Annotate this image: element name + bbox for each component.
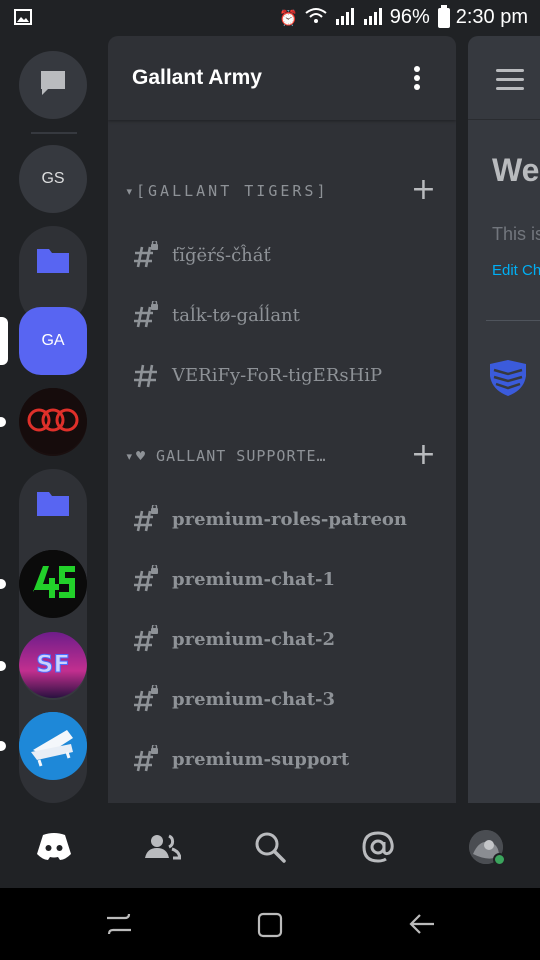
category-label: ♥ GALLANT SUPPORTE… bbox=[136, 447, 327, 465]
guild-rail: GS GA SF bbox=[0, 36, 108, 803]
locked-channel-icon bbox=[132, 623, 160, 653]
4s-logo bbox=[19, 550, 87, 618]
chevron-down-icon: ▾ bbox=[126, 449, 132, 463]
app-container: GS GA SF Gallant Army ▾ [GALLANT TIGERS]… bbox=[0, 36, 540, 803]
channel-item[interactable]: VERiFy-FoR-tigERsHiP bbox=[132, 353, 442, 397]
locked-channel-icon bbox=[132, 503, 160, 533]
channel-name: premium-chat-3 bbox=[172, 688, 336, 710]
chevron-down-icon: ▾ bbox=[126, 184, 132, 198]
bottom-navigation bbox=[0, 803, 540, 888]
chat-panel-peek[interactable]: We This is Edit Ch bbox=[468, 36, 540, 803]
signal-icon bbox=[362, 7, 384, 29]
channel-item[interactable]: ťĭğëŕś-čĥáť bbox=[132, 233, 442, 277]
server-icon-ga[interactable]: GA bbox=[19, 307, 87, 375]
recent-apps-icon[interactable] bbox=[105, 912, 133, 940]
status-bar: ⏰ 96% 2:30 pm bbox=[0, 0, 540, 36]
channel-item[interactable]: premium-support bbox=[132, 737, 442, 781]
welcome-text: This is bbox=[492, 224, 540, 244]
scc-logo bbox=[19, 388, 87, 456]
locked-channel-icon bbox=[132, 683, 160, 713]
back-icon[interactable] bbox=[408, 912, 436, 940]
wifi-icon bbox=[304, 7, 328, 29]
system-navigation-bar bbox=[0, 888, 540, 960]
server-initials: GS bbox=[41, 170, 65, 187]
category-label: [GALLANT TIGERS] bbox=[136, 182, 329, 200]
locked-channel-icon bbox=[132, 563, 160, 593]
discord-home-icon[interactable] bbox=[32, 825, 76, 869]
server-icon-couch[interactable] bbox=[19, 712, 87, 780]
server-name: Gallant Army bbox=[132, 66, 262, 89]
clock: 2:30 pm bbox=[455, 6, 528, 28]
server-icon-scc[interactable] bbox=[19, 388, 87, 456]
channel-item[interactable]: premium-chat-1 bbox=[132, 557, 442, 601]
couch-icon bbox=[19, 712, 87, 780]
sf-logo: SF bbox=[19, 632, 87, 700]
more-options-icon[interactable] bbox=[414, 66, 420, 93]
folder-icon bbox=[19, 469, 87, 537]
home-icon[interactable] bbox=[257, 912, 283, 942]
svg-text:SF: SF bbox=[36, 650, 70, 678]
unread-indicator bbox=[0, 661, 6, 671]
direct-messages-button[interactable] bbox=[19, 51, 87, 119]
search-icon[interactable] bbox=[248, 825, 292, 869]
battery-icon bbox=[437, 4, 450, 28]
channel-item[interactable]: premium-roles-patreon bbox=[132, 497, 442, 541]
server-header[interactable]: Gallant Army bbox=[108, 36, 456, 120]
add-channel-icon[interactable]: + bbox=[411, 440, 436, 470]
channel-list-panel: Gallant Army ▾ [GALLANT TIGERS] + ťĭğëŕś… bbox=[108, 36, 456, 803]
server-icon-gs[interactable]: GS bbox=[19, 145, 87, 213]
divider bbox=[486, 320, 540, 321]
mentions-icon[interactable] bbox=[356, 825, 400, 869]
unread-indicator bbox=[0, 579, 6, 589]
online-status-indicator bbox=[493, 853, 506, 866]
folder-icon bbox=[19, 226, 87, 294]
channel-name: ťĭğëŕś-čĥáť bbox=[172, 244, 271, 266]
server-initials: GA bbox=[41, 332, 65, 349]
add-channel-icon[interactable]: + bbox=[411, 175, 436, 205]
server-icon-sf[interactable]: SF bbox=[19, 632, 87, 700]
channel-hash-icon bbox=[132, 361, 160, 389]
channel-name: taĺk-tø-gaĺĺant bbox=[172, 304, 300, 326]
selected-server-indicator bbox=[0, 317, 8, 365]
channel-item[interactable]: taĺk-tø-gaĺĺant bbox=[132, 293, 442, 337]
locked-channel-icon bbox=[132, 743, 160, 773]
channel-name: premium-chat-1 bbox=[172, 568, 336, 590]
chat-topbar bbox=[468, 36, 540, 120]
image-icon bbox=[14, 9, 32, 29]
server-icon-4s[interactable] bbox=[19, 550, 87, 618]
signal-icon bbox=[334, 7, 356, 29]
category-gallant-supporters[interactable]: ▾ ♥ GALLANT SUPPORTE… + bbox=[108, 436, 456, 476]
channel-name: premium-support bbox=[172, 748, 350, 770]
channel-name: VERiFy-FoR-tigERsHiP bbox=[172, 364, 383, 386]
unread-indicator bbox=[0, 417, 6, 427]
locked-channel-icon bbox=[132, 299, 160, 329]
battery-percent: 96% bbox=[389, 6, 430, 28]
channel-name: premium-chat-2 bbox=[172, 628, 336, 650]
alarm-icon: ⏰ bbox=[279, 9, 298, 27]
hamburger-menu-icon[interactable] bbox=[496, 69, 524, 96]
profile-avatar[interactable] bbox=[464, 825, 508, 869]
avatar bbox=[469, 830, 506, 866]
friends-icon[interactable] bbox=[141, 825, 185, 869]
locked-channel-icon bbox=[132, 239, 160, 269]
channel-item[interactable]: premium-chat-2 bbox=[132, 617, 442, 661]
shield-icon bbox=[488, 358, 528, 402]
channel-item[interactable]: premium-chat-3 bbox=[132, 677, 442, 721]
rail-separator bbox=[31, 132, 77, 134]
edit-channel-link[interactable]: Edit Ch bbox=[492, 262, 540, 279]
unread-indicator bbox=[0, 741, 6, 751]
chat-bubble-icon bbox=[38, 69, 68, 102]
category-gallant-tigers[interactable]: ▾ [GALLANT TIGERS] + bbox=[108, 171, 456, 211]
channel-name: premium-roles-patreon bbox=[172, 508, 407, 530]
welcome-heading: We bbox=[492, 152, 540, 188]
